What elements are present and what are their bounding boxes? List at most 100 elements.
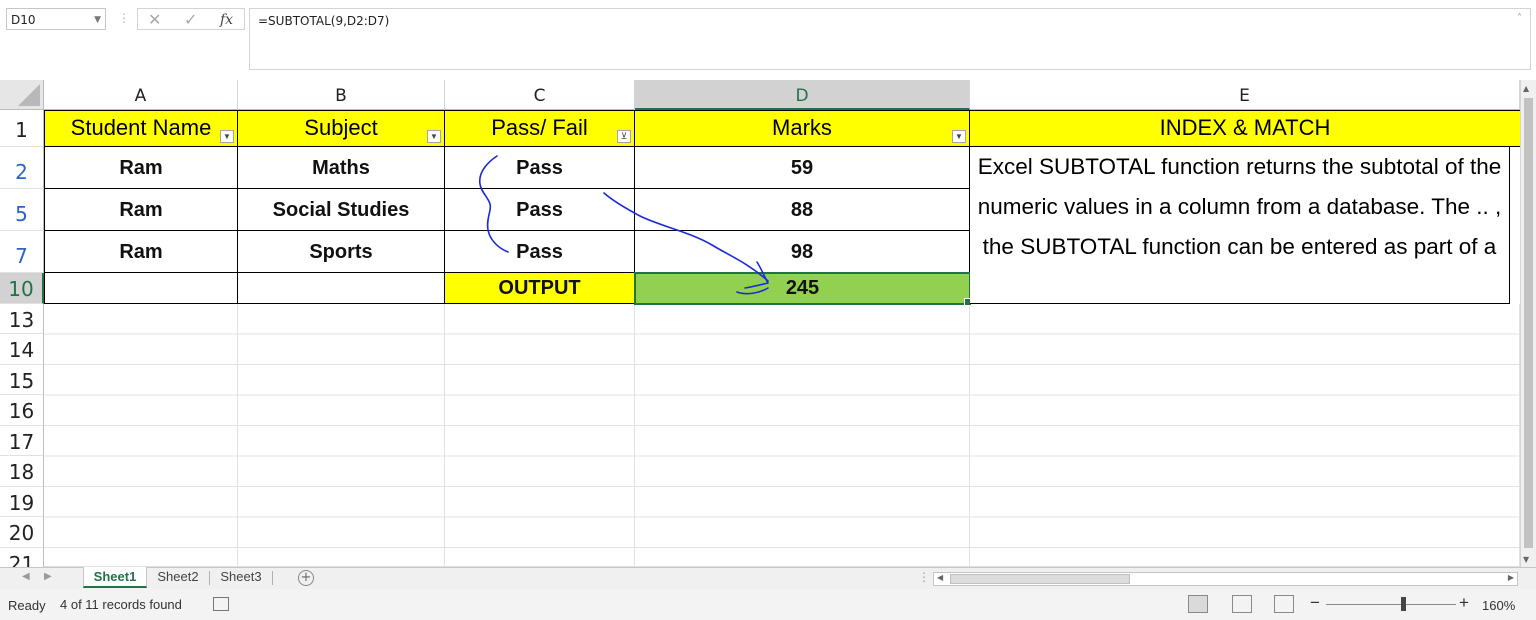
normal-view-icon[interactable] — [1188, 595, 1208, 613]
cell-a10[interactable] — [44, 273, 238, 304]
status-bar: Ready 4 of 11 records found − + 160% — [0, 589, 1536, 620]
row-header-16[interactable]: 16 — [0, 395, 44, 426]
status-records-found: 4 of 11 records found — [60, 597, 182, 612]
row-header-1[interactable]: 1 — [0, 110, 44, 147]
cell-a1[interactable]: Student Name ▼ — [44, 110, 238, 147]
row-header-10[interactable]: 10 — [0, 273, 44, 304]
zoom-level[interactable]: 160% — [1482, 598, 1515, 613]
header-pass-fail: Pass/ Fail — [491, 115, 588, 140]
horizontal-scrollbar[interactable]: ◀ ▶ — [933, 572, 1518, 586]
select-all-icon — [18, 84, 40, 106]
merged-description-cell[interactable]: Excel SUBTOTAL function returns the subt… — [970, 147, 1510, 304]
zoom-out-icon[interactable]: − — [1310, 593, 1320, 613]
select-all-button[interactable] — [0, 80, 44, 110]
formula-buttons: ✕ ✓ fx — [137, 8, 245, 30]
tab-separator — [272, 571, 273, 585]
page-layout-view-icon[interactable] — [1232, 595, 1252, 613]
header-student-name: Student Name — [70, 115, 212, 140]
row-header-2[interactable]: 2 — [0, 147, 44, 189]
cell-b2[interactable]: Maths — [238, 147, 445, 189]
next-sheet-icon[interactable]: ▶ — [44, 571, 52, 582]
row-header-7[interactable]: 7 — [0, 231, 44, 273]
row-header-15[interactable]: 15 — [0, 365, 44, 395]
cell-c7[interactable]: Pass — [445, 231, 635, 273]
prev-sheet-icon[interactable]: ◀ — [22, 571, 30, 582]
cell-b5[interactable]: Social Studies — [238, 189, 445, 231]
horizontal-scroll-thumb[interactable] — [950, 574, 1130, 584]
cell-d2[interactable]: 59 — [635, 147, 970, 189]
enter-icon[interactable]: ✓ — [184, 9, 197, 31]
cell-b1[interactable]: Subject ▼ — [238, 110, 445, 147]
cell-d1[interactable]: Marks ▼ — [635, 110, 970, 147]
tab-sheet1[interactable]: Sheet1 — [83, 567, 147, 588]
chevron-down-icon[interactable]: ▼ — [94, 9, 101, 31]
cell-a5[interactable]: Ram — [44, 189, 238, 231]
header-index-match: INDEX & MATCH — [1159, 115, 1331, 140]
column-header-d[interactable]: D — [635, 80, 970, 110]
header-marks: Marks — [772, 115, 832, 140]
scroll-down-icon[interactable]: ▼ — [1523, 555, 1529, 564]
formula-text: =SUBTOTAL(9,D2:D7) — [258, 14, 390, 28]
zoom-slider[interactable] — [1326, 604, 1456, 605]
cell-a7[interactable]: Ram — [44, 231, 238, 273]
empty-cells-b[interactable] — [238, 304, 445, 567]
filter-active-icon[interactable]: ⊻ — [617, 130, 631, 143]
cell-e1[interactable]: INDEX & MATCH — [970, 110, 1520, 147]
row-header-5[interactable]: 5 — [0, 189, 44, 231]
worksheet-grid[interactable]: A B C D E 1 2 5 7 10 13 14 15 16 17 18 1… — [0, 80, 1520, 567]
cell-d5[interactable]: 88 — [635, 189, 970, 231]
sheet-tab-bar: ◀ ▶ Sheet1 Sheet2 Sheet3 + ⋮ ◀ ▶ — [0, 567, 1536, 589]
row-header-19[interactable]: 19 — [0, 487, 44, 517]
row-header-18[interactable]: 18 — [0, 456, 44, 487]
empty-cells-d[interactable] — [635, 304, 970, 567]
tab-sheet2[interactable]: Sheet2 — [148, 567, 208, 588]
column-header-a[interactable]: A — [44, 80, 238, 110]
vertical-scrollbar[interactable]: ▲ ▼ — [1520, 80, 1536, 567]
cancel-icon[interactable]: ✕ — [148, 9, 161, 31]
name-box[interactable]: D10 ▼ — [6, 8, 106, 30]
row-header-20[interactable]: 20 — [0, 517, 44, 548]
output-value: 245 — [785, 277, 820, 299]
empty-cells-c[interactable] — [445, 304, 635, 567]
zoom-in-icon[interactable]: + — [1459, 593, 1469, 613]
cell-d7[interactable]: 98 — [635, 231, 970, 273]
header-subject: Subject — [304, 115, 378, 140]
description-text: Excel SUBTOTAL function returns the subt… — [977, 154, 1502, 259]
zoom-slider-thumb[interactable] — [1401, 597, 1406, 611]
row-header-13[interactable]: 13 — [0, 304, 44, 334]
row-header-14[interactable]: 14 — [0, 334, 44, 365]
cell-b7[interactable]: Sports — [238, 231, 445, 273]
cell-d10-selected[interactable]: 245 — [634, 272, 972, 306]
vertical-scroll-thumb[interactable] — [1524, 98, 1533, 548]
cell-c2[interactable]: Pass — [445, 147, 635, 189]
insert-function-icon[interactable]: fx — [220, 9, 233, 31]
cell-c5[interactable]: Pass — [445, 189, 635, 231]
scroll-right-icon[interactable]: ▶ — [1508, 573, 1514, 582]
macro-recording-icon[interactable] — [213, 597, 229, 611]
row-header-21[interactable]: 21 — [0, 548, 44, 567]
add-sheet-icon[interactable]: + — [298, 570, 314, 586]
filter-dropdown-icon[interactable]: ▼ — [427, 130, 441, 143]
collapse-formula-bar-icon[interactable]: ˄ — [1517, 13, 1522, 24]
column-header-e[interactable]: E — [970, 80, 1520, 110]
empty-cells-a[interactable] — [44, 304, 238, 567]
column-header-c[interactable]: C — [445, 80, 635, 110]
row-header-17[interactable]: 17 — [0, 426, 44, 456]
cell-c10-output-label[interactable]: OUTPUT — [445, 273, 635, 304]
formula-input[interactable]: =SUBTOTAL(9,D2:D7) ˄ — [249, 8, 1531, 70]
split-handle-icon[interactable]: ⋮ — [918, 570, 930, 584]
tab-sheet3[interactable]: Sheet3 — [211, 567, 271, 588]
cell-c1[interactable]: Pass/ Fail ⊻ — [445, 110, 635, 147]
filter-dropdown-icon[interactable]: ▼ — [952, 130, 966, 143]
formula-bar-grip-icon: ⋮ — [118, 11, 130, 25]
scroll-left-icon[interactable]: ◀ — [937, 573, 943, 582]
empty-cells-e[interactable] — [970, 304, 1520, 567]
tab-separator — [209, 571, 210, 585]
cell-b10[interactable] — [238, 273, 445, 304]
filter-dropdown-icon[interactable]: ▼ — [220, 130, 234, 143]
scroll-up-icon[interactable]: ▲ — [1523, 84, 1529, 93]
column-header-b[interactable]: B — [238, 80, 445, 110]
page-break-preview-icon[interactable] — [1274, 595, 1294, 613]
cell-a2[interactable]: Ram — [44, 147, 238, 189]
formula-bar: D10 ▼ ⋮ ✕ ✓ fx =SUBTOTAL(9,D2:D7) ˄ — [0, 0, 1536, 80]
